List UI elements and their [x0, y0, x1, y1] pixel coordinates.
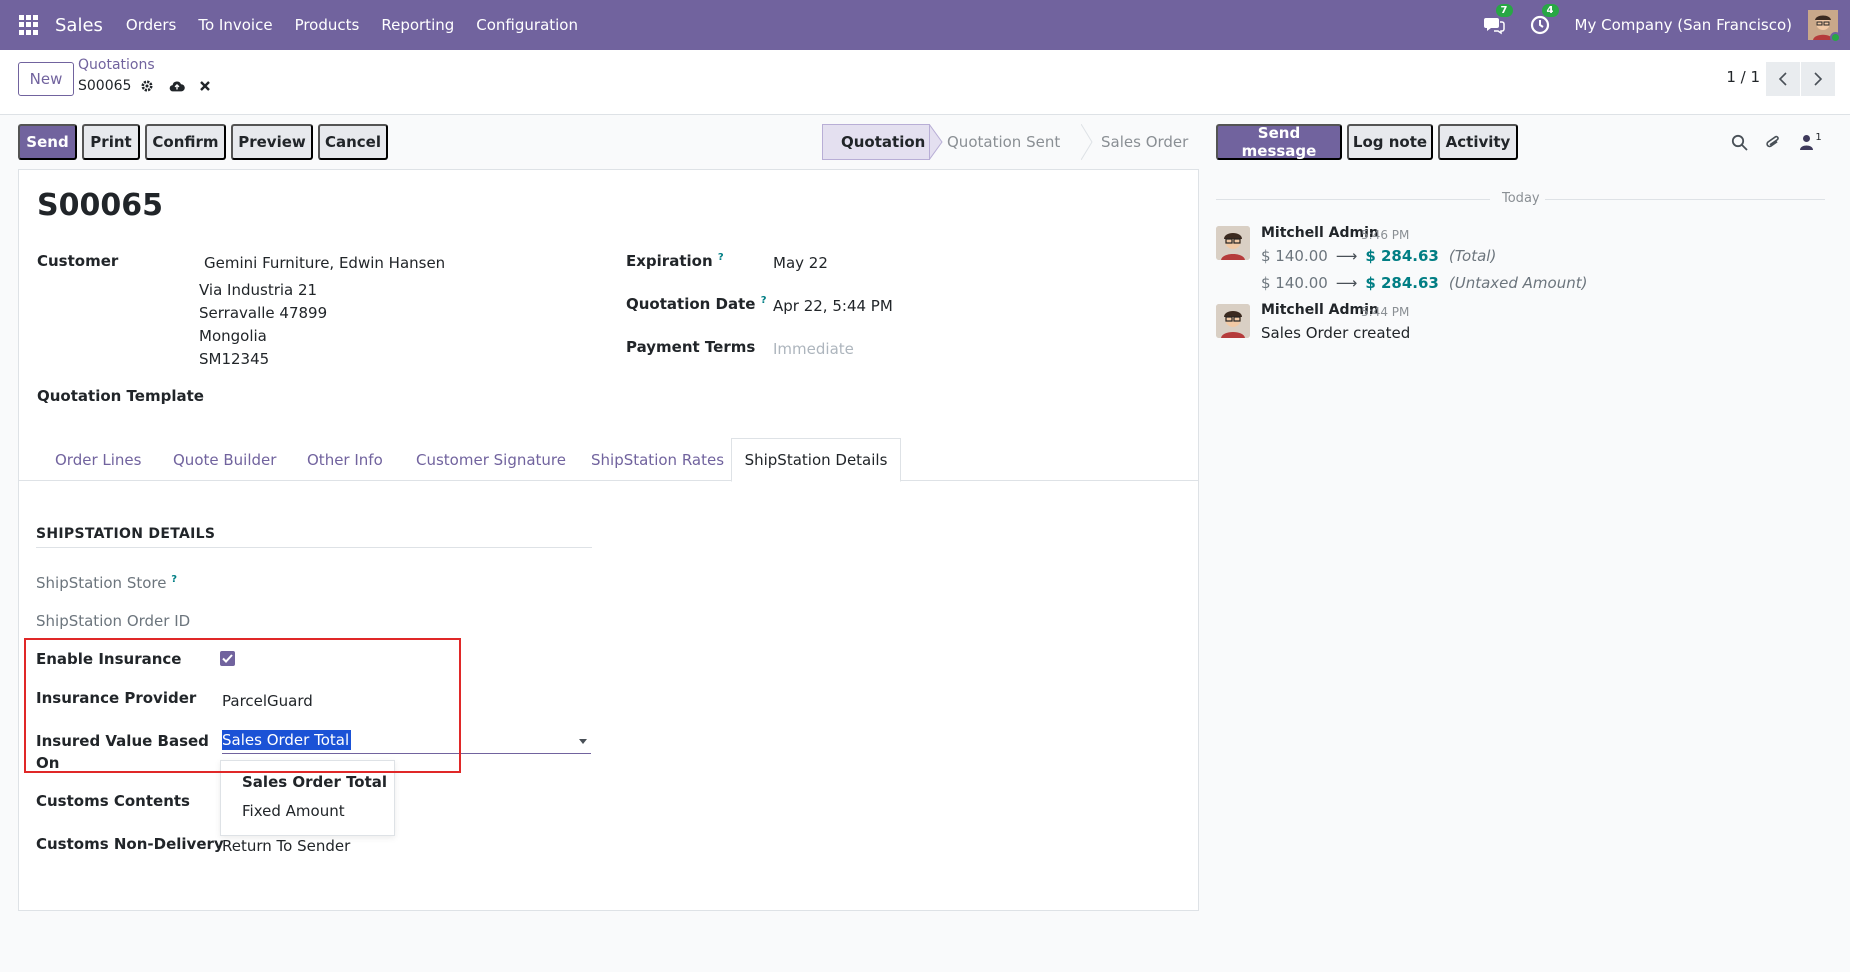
- app-name[interactable]: Sales: [55, 15, 103, 36]
- stage-sales-order[interactable]: Sales Order: [1093, 124, 1203, 160]
- arrow-right-icon: ⟶: [1335, 274, 1358, 292]
- send-button[interactable]: Send: [18, 124, 77, 160]
- shipstation-order-id-label: ShipStation Order ID: [36, 612, 191, 630]
- address-line: Via Industria 21: [199, 281, 318, 299]
- pager-next-button[interactable]: [1801, 62, 1835, 96]
- followers-icon[interactable]: 1: [1797, 132, 1825, 152]
- quotation-date-label: Quotation Date ?: [626, 295, 767, 313]
- address-line: Serravalle 47899: [199, 304, 328, 322]
- confirm-button[interactable]: Confirm: [145, 124, 226, 160]
- breadcrumb-quotations[interactable]: Quotations: [78, 57, 155, 73]
- record-title: S00065: [37, 188, 163, 223]
- expiration-label: Expiration ?: [626, 252, 724, 270]
- tab-shipstation-rates[interactable]: ShipStation Rates: [591, 438, 724, 481]
- discard-icon[interactable]: [197, 78, 213, 94]
- form-sheet: S00065 Customer Gemini Furniture, Edwin …: [18, 169, 1199, 911]
- menu-reporting[interactable]: Reporting: [370, 16, 465, 34]
- send-message-button[interactable]: Send message: [1216, 124, 1342, 160]
- stage-quotation[interactable]: Quotation: [822, 124, 930, 160]
- date-divider: [1545, 199, 1825, 200]
- tab-quote-builder[interactable]: Quote Builder: [173, 438, 276, 481]
- log-note-button[interactable]: Log note: [1347, 124, 1433, 160]
- menu-orders[interactable]: Orders: [115, 16, 187, 34]
- chevron-down-icon[interactable]: [579, 739, 587, 744]
- help-icon[interactable]: ?: [171, 574, 177, 585]
- tab-order-lines[interactable]: Order Lines: [55, 438, 141, 481]
- date-divider: [1216, 199, 1490, 200]
- quotation-date-field[interactable]: Apr 22, 5:44 PM: [773, 297, 893, 315]
- option-sales-order-total[interactable]: Sales Order Total: [242, 773, 387, 791]
- address-line: SM12345: [199, 350, 270, 368]
- address-line: Mongolia: [199, 327, 267, 345]
- avatar[interactable]: [1216, 226, 1250, 260]
- status-bar: Quotation Quotation Sent Sales Order: [822, 124, 1203, 160]
- section-divider: [36, 547, 592, 548]
- date-today: Today: [1502, 191, 1540, 206]
- section-title: SHIPSTATION DETAILS: [36, 526, 216, 542]
- customs-contents-label: Customs Contents: [36, 792, 190, 810]
- tab-customer-signature[interactable]: Customer Signature: [416, 438, 566, 481]
- pager-previous-button[interactable]: [1766, 62, 1800, 96]
- gear-icon[interactable]: [139, 78, 155, 94]
- message-time: 5:46 PM: [1361, 228, 1410, 242]
- menu-products[interactable]: Products: [284, 16, 371, 34]
- breadcrumb-current: S00065: [78, 78, 213, 94]
- company-switcher[interactable]: My Company (San Francisco): [1575, 16, 1792, 34]
- save-cloud-icon[interactable]: [169, 78, 186, 94]
- tracking-value: $ 140.00 ⟶ $ 284.63 (Total): [1261, 247, 1497, 265]
- messages-badge: 7: [1495, 4, 1513, 17]
- customs-non-delivery-field[interactable]: Return To Sender: [222, 837, 350, 855]
- top-navbar: Sales Orders To Invoice Products Reporti…: [0, 0, 1850, 50]
- stage-quotation-sent[interactable]: Quotation Sent: [943, 124, 1081, 160]
- paperclip-icon[interactable]: [1763, 132, 1783, 152]
- message-body: Sales Order created: [1261, 324, 1411, 342]
- quotation-template-label: Quotation Template: [37, 387, 204, 405]
- messages-icon[interactable]: 7: [1483, 4, 1513, 36]
- payment-terms-field[interactable]: Immediate: [773, 340, 854, 358]
- apps-menu-icon[interactable]: [19, 15, 39, 35]
- preview-button[interactable]: Preview: [231, 124, 313, 160]
- user-avatar[interactable]: [1808, 10, 1841, 43]
- new-button[interactable]: New: [18, 62, 74, 96]
- option-fixed-amount[interactable]: Fixed Amount: [242, 802, 345, 820]
- tracking-value: $ 140.00 ⟶ $ 284.63 (Untaxed Amount): [1261, 274, 1588, 292]
- stage-arrow: [929, 124, 943, 160]
- customer-field[interactable]: Gemini Furniture, Edwin Hansen: [204, 254, 445, 272]
- shipstation-store-label: ShipStation Store ?: [36, 574, 178, 592]
- avatar[interactable]: [1216, 304, 1250, 338]
- help-icon[interactable]: ?: [761, 295, 767, 306]
- payment-terms-label: Payment Terms: [626, 338, 756, 356]
- search-icon[interactable]: [1729, 132, 1749, 152]
- customer-label: Customer: [37, 252, 119, 270]
- control-panel: New Quotations S00065 1 / 1: [0, 50, 1850, 115]
- print-button[interactable]: Print: [82, 124, 140, 160]
- customs-non-delivery-label: Customs Non-Delivery: [36, 835, 224, 853]
- expiration-field[interactable]: May 22: [773, 254, 828, 272]
- notebook-tabs: Order Lines Quote Builder Other Info Cus…: [19, 438, 1198, 482]
- pager-value[interactable]: 1 / 1: [1726, 68, 1760, 86]
- arrow-right-icon: ⟶: [1335, 247, 1358, 265]
- cancel-button[interactable]: Cancel: [318, 124, 388, 160]
- menu-to-invoice[interactable]: To Invoice: [187, 16, 283, 34]
- record-name: S00065: [78, 78, 132, 94]
- stage-arrow: [1081, 124, 1093, 160]
- help-icon[interactable]: ?: [718, 252, 724, 263]
- tab-shipstation-details[interactable]: ShipStation Details: [731, 438, 901, 482]
- activities-badge: 4: [1541, 4, 1559, 17]
- annotation-highlight: [24, 638, 461, 773]
- tab-other-info[interactable]: Other Info: [307, 438, 383, 481]
- activities-icon[interactable]: 4: [1529, 4, 1559, 36]
- activity-button[interactable]: Activity: [1438, 124, 1518, 160]
- followers-count: 1: [1815, 131, 1822, 143]
- message-time: 5:44 PM: [1361, 305, 1410, 319]
- menu-configuration[interactable]: Configuration: [465, 16, 589, 34]
